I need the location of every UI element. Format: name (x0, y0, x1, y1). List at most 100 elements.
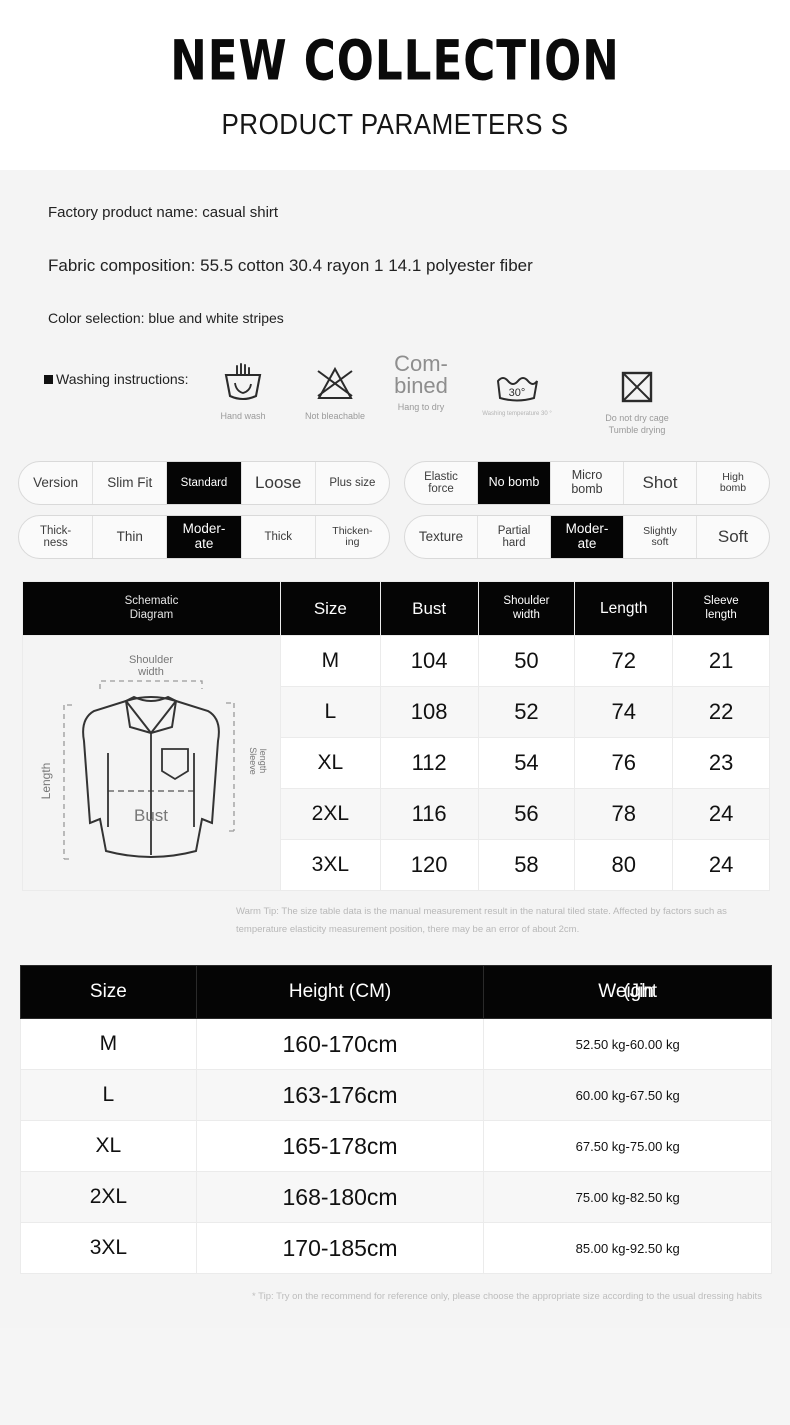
care-caption-no-tumble-dry-1: Do not dry cage (605, 413, 669, 424)
no-bleach-icon (317, 367, 353, 400)
care-caption-hand-wash: Hand wash (220, 411, 266, 422)
cell-fit-weight: 52.50 kg-60.00 kg (483, 1018, 772, 1071)
table-row: 3XL 170-185cm 85.00 kg-92.50 kg (20, 1222, 772, 1275)
option-texture-soft[interactable]: Soft (697, 516, 769, 558)
cell-size: M (279, 635, 381, 688)
option-elastic-micro-bomb[interactable]: Micro bomb (551, 462, 624, 505)
option-version-slim-fit[interactable]: Slim Fit (93, 462, 168, 505)
cell-shoulder: 58 (477, 839, 576, 892)
care-item-hand-wash: Hand wash (212, 363, 274, 422)
care-item-wash-30: 30° Washing temperature 30 ° (472, 371, 562, 418)
cell-fit-size: M (20, 1018, 197, 1071)
option-texture-partial-hard[interactable]: Partial hard (478, 516, 551, 559)
height-weight-table: Size Height (CM) Weight (Jin M 160-170cm… (20, 965, 772, 1275)
page-body: Factory product name: casual shirt Fabri… (0, 170, 790, 1329)
option-elastic-shot[interactable]: Shot (624, 462, 697, 505)
fit-table-foot-tip: * Tip: Try on the recommend for referenc… (252, 1291, 762, 1303)
option-elastic-no-bomb[interactable]: No bomb (478, 462, 551, 505)
cell-fit-weight: 67.50 kg-75.00 kg (483, 1120, 772, 1173)
table-row: 2XL 168-180cm 75.00 kg-82.50 kg (20, 1171, 772, 1224)
option-groups: Version Slim Fit Standard Loose Plus siz… (0, 455, 790, 569)
do-not-tumble-dry-icon (621, 371, 653, 403)
diagram-label-length: Length (39, 762, 53, 799)
diagram-label-shoulder-1: Shoulder (129, 654, 173, 666)
option-version-plus-size[interactable]: Plus size (316, 462, 389, 504)
page-header: NEW COLLECTION PRODUCT PARAMETERS S (0, 0, 790, 170)
header-fit-weight-overlap: (Jin (623, 981, 654, 1003)
cell-size: XL (279, 737, 381, 790)
product-parameters-page: NEW COLLECTION PRODUCT PARAMETERS S Fact… (0, 0, 790, 1425)
cell-fit-size: 3XL (20, 1222, 197, 1275)
header-length: Length (574, 581, 674, 637)
option-elastic-high-bomb[interactable]: High bomb (697, 462, 769, 504)
spec-fabric-composition: Fabric composition: 55.5 cotton 30.4 ray… (48, 256, 533, 275)
cell-fit-weight: 60.00 kg-67.50 kg (483, 1069, 772, 1122)
cell-fit-height: 163-176cm (195, 1069, 485, 1122)
option-group-elastic-force: Elastic force No bomb Micro bomb Shot Hi… (404, 461, 770, 506)
cell-length: 78 (574, 788, 674, 841)
option-head-version: Version (19, 462, 94, 505)
hand-wash-icon (224, 363, 262, 401)
cell-shoulder: 50 (477, 635, 576, 688)
option-group-version: Version Slim Fit Standard Loose Plus siz… (18, 461, 390, 506)
option-texture-slightly-soft[interactable]: Slightly soft (624, 516, 697, 559)
washing-instructions-row: Washing instructions: Hand wash Not blea… (0, 351, 790, 451)
cell-fit-size: 2XL (20, 1171, 197, 1224)
cell-size: L (279, 686, 381, 739)
size-table-header-row: Schematic Diagram Size Bust Shoulder wid… (22, 581, 770, 637)
header-bust: Bust (379, 581, 479, 637)
schematic-diagram-cell: Shoulder width Length Sleeve length Bust (22, 635, 281, 892)
option-thickness-thin[interactable]: Thin (93, 516, 168, 559)
care-caption-wash-30: Washing temperature 30 ° (482, 411, 552, 418)
cell-sleeve: 24 (672, 788, 770, 841)
table-row: L 163-176cm 60.00 kg-67.50 kg (20, 1069, 772, 1122)
cell-sleeve: 23 (672, 737, 770, 790)
care-item-hang-to-dry: Com- bined Hang to dry (378, 353, 464, 413)
cell-fit-size: XL (20, 1120, 197, 1173)
option-head-elastic-force: Elastic force (405, 462, 478, 505)
header-size: Size (279, 581, 381, 637)
option-head-texture: Texture (405, 516, 478, 559)
table-row: XL 165-178cm 67.50 kg-75.00 kg (20, 1120, 772, 1173)
option-head-thickness: Thick- ness (19, 516, 94, 559)
header-fit-height: Height (CM) (195, 965, 485, 1020)
spec-product-name: Factory product name: casual shirt (48, 204, 279, 221)
cell-fit-height: 170-185cm (195, 1222, 485, 1275)
cell-fit-height: 168-180cm (195, 1171, 485, 1224)
diagram-label-sleeve-1: Sleeve (248, 747, 258, 775)
option-thickness-moderate[interactable]: Moder- ate (167, 516, 242, 559)
option-texture-moderate[interactable]: Moder- ate (551, 516, 624, 559)
spec-color-selection: Color selection: blue and white stripes (48, 310, 284, 327)
diagram-label-bust: Bust (134, 806, 168, 825)
cell-length: 74 (574, 686, 674, 739)
care-caption-hang-to-dry: Hang to dry (397, 402, 445, 413)
wash-30-degrees-icon: 30° (496, 377, 538, 402)
page-subtitle: PRODUCT PARAMETERS S (221, 107, 569, 141)
cell-shoulder: 56 (477, 788, 576, 841)
option-version-loose[interactable]: Loose (242, 462, 316, 505)
page-tail-spacer (0, 1306, 790, 1328)
care-item-no-tumble-dry: Do not dry cage Tumble drying (578, 369, 696, 436)
cell-bust: 112 (379, 737, 479, 790)
cell-size: 3XL (279, 839, 381, 892)
header-fit-weight: Weight (Jin (483, 965, 772, 1020)
size-table-warm-tip: Warm Tip: The size table data is the man… (236, 906, 727, 936)
header-fit-size: Size (20, 965, 197, 1020)
table-row: Shoulder width Length Sleeve length Bust… (22, 635, 770, 892)
option-thickness-thick[interactable]: Thick (242, 516, 316, 559)
option-row-2: Thick- ness Thin Moder- ate Thick Thicke… (0, 515, 790, 569)
washing-instructions-label: Washing instructions: (44, 371, 189, 387)
diagram-label-sleeve-2: length (258, 748, 268, 773)
cell-length: 80 (574, 839, 674, 892)
option-version-standard[interactable]: Standard (167, 462, 242, 505)
option-group-thickness: Thick- ness Thin Moder- ate Thick Thicke… (18, 515, 390, 560)
cell-shoulder: 52 (477, 686, 576, 739)
cell-fit-height: 160-170cm (195, 1018, 485, 1071)
hang-to-dry-text: Com- bined (394, 351, 448, 398)
washing-instructions-text: Washing instructions: (56, 371, 189, 388)
option-thickness-thickening[interactable]: Thicken- ing (316, 516, 389, 558)
cell-sleeve: 21 (672, 635, 770, 688)
cell-size: 2XL (279, 788, 381, 841)
care-caption-no-bleach: Not bleachable (304, 411, 366, 422)
cell-sleeve: 22 (672, 686, 770, 739)
